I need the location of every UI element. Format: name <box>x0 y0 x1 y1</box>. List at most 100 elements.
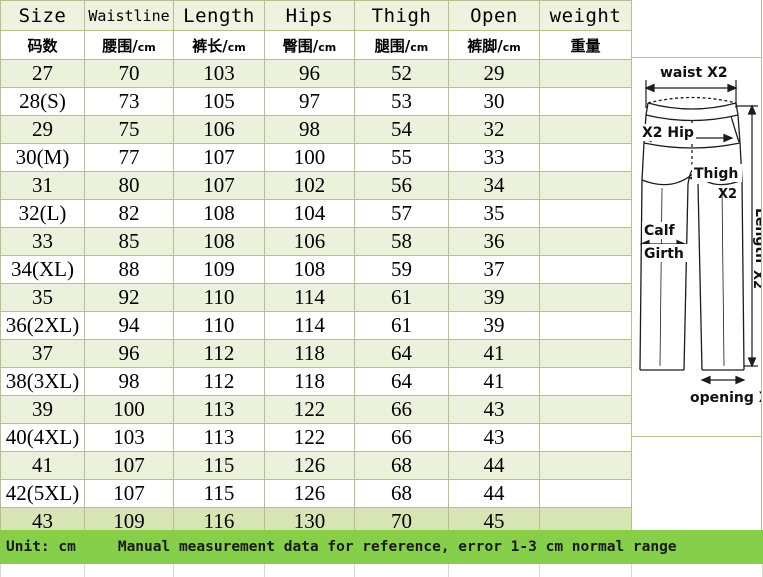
cell-length: 113 <box>173 395 265 424</box>
cell-open: 44 <box>448 479 540 508</box>
column-header-unit: cm <box>318 40 337 54</box>
column-header-unit: cm <box>227 40 246 54</box>
table-row: 38(3XL) 98 112 118 64 41 <box>0 367 632 396</box>
cell-weight <box>539 199 632 228</box>
cell-open: 39 <box>448 283 540 312</box>
table-header-row-cn: 码数 腰围/cm 裤长/cm 臀围/cm 腿围/cm 裤脚/cm 重量 <box>0 30 632 60</box>
cell-waistline: 92 <box>84 283 174 312</box>
cell-thigh: 54 <box>354 115 449 144</box>
cell-open: 29 <box>448 59 540 88</box>
column-header-en: Hips <box>264 0 355 31</box>
cell-weight <box>539 479 632 508</box>
table-row: 41 107 115 126 68 44 <box>0 451 632 480</box>
column-header-cn: 腿围/cm <box>354 30 449 60</box>
cell-length: 110 <box>173 311 265 340</box>
cell-weight <box>539 311 632 340</box>
cell-length: 108 <box>173 199 265 228</box>
cell-size: 35 <box>0 283 85 312</box>
table-row: 31 80 107 102 56 34 <box>0 171 632 200</box>
cell-waistline: 107 <box>84 451 174 480</box>
cell-waistline: 73 <box>84 87 174 116</box>
cell-size: 31 <box>0 171 85 200</box>
cell-weight <box>539 87 632 116</box>
cell-thigh: 56 <box>354 171 449 200</box>
column-header-en: Open <box>448 0 540 31</box>
cell-size: 42(5XL) <box>0 479 85 508</box>
cell-hips: 114 <box>264 311 355 340</box>
cell-weight <box>539 255 632 284</box>
size-chart-page: Size Waistline Length Hips Thigh Open weight 码数… <box>0 0 763 577</box>
cell-hips: 114 <box>264 283 355 312</box>
table-row: 39 100 113 122 66 43 <box>0 395 632 424</box>
cell-weight <box>539 367 632 396</box>
column-header-cn-name: 码数 <box>27 36 58 55</box>
cell-hips: 118 <box>264 367 355 396</box>
cell-size: 40(4XL) <box>0 423 85 452</box>
cell-weight <box>539 59 632 88</box>
pants-measurement-diagram: waist X2 X2 Hip Thigh X2 Calf Girth Leng… <box>631 57 762 437</box>
cell-size: 29 <box>0 115 85 144</box>
footer-unit-label: Unit: cm <box>6 539 76 555</box>
cell-thigh: 61 <box>354 311 449 340</box>
column-header-cn: 腰围/cm <box>84 30 174 60</box>
table-row: 28(S) 73 105 97 53 30 <box>0 87 632 116</box>
cell-size: 41 <box>0 451 85 480</box>
cell-length: 112 <box>173 367 265 396</box>
cell-open: 41 <box>448 339 540 368</box>
cell-size: 28(S) <box>0 87 85 116</box>
cell-open: 44 <box>448 451 540 480</box>
column-tick <box>0 564 1 577</box>
size-table: Size Waistline Length Hips Thigh Open weight 码数… <box>0 0 632 564</box>
cell-length: 110 <box>173 283 265 312</box>
cell-size: 38(3XL) <box>0 367 85 396</box>
cell-weight <box>539 339 632 368</box>
column-header-cn-name: 重量 <box>570 36 601 55</box>
diagram-label-thigh-x2: X2 <box>718 187 737 202</box>
cell-size: 30(M) <box>0 143 85 172</box>
column-header-cn: 裤脚/cm <box>448 30 540 60</box>
cell-size: 36(2XL) <box>0 311 85 340</box>
cell-length: 115 <box>173 479 265 508</box>
table-row: 30(M) 77 107 100 55 33 <box>0 143 632 172</box>
cell-thigh: 61 <box>354 283 449 312</box>
column-tick <box>631 564 632 577</box>
cell-hips: 126 <box>264 451 355 480</box>
cell-length: 107 <box>173 171 265 200</box>
cell-size: 34(XL) <box>0 255 85 284</box>
table-row: 35 92 110 114 61 39 <box>0 283 632 312</box>
cell-waistline: 94 <box>84 311 174 340</box>
table-row: 34(XL) 88 109 108 59 37 <box>0 255 632 284</box>
cell-open: 41 <box>448 367 540 396</box>
column-header-en: Size <box>0 0 85 31</box>
cell-weight <box>539 227 632 256</box>
cell-thigh: 64 <box>354 339 449 368</box>
cell-waistline: 77 <box>84 143 174 172</box>
cell-open: 32 <box>448 115 540 144</box>
column-header-en: Length <box>173 0 265 31</box>
cell-waistline: 70 <box>84 59 174 88</box>
cell-length: 115 <box>173 451 265 480</box>
diagram-label-thigh: Thigh <box>694 166 738 182</box>
cell-hips: 102 <box>264 171 355 200</box>
column-header-cn-name: 裤脚/ <box>467 36 503 55</box>
table-row: 27 70 103 96 52 29 <box>0 59 632 88</box>
column-tick <box>84 564 85 577</box>
cell-hips: 106 <box>264 227 355 256</box>
column-header-cn: 臀围/cm <box>264 30 355 60</box>
cell-weight <box>539 171 632 200</box>
top-right-blank-cell <box>631 0 762 57</box>
cell-waistline: 85 <box>84 227 174 256</box>
cell-thigh: 55 <box>354 143 449 172</box>
cell-weight <box>539 283 632 312</box>
cell-waistline: 88 <box>84 255 174 284</box>
cell-open: 43 <box>448 395 540 424</box>
diagram-label-length-x2: X2 <box>750 270 761 289</box>
column-header-unit: cm <box>410 40 429 54</box>
cell-length: 113 <box>173 423 265 452</box>
diagram-label-girth: Girth <box>644 246 684 262</box>
cell-open: 35 <box>448 199 540 228</box>
cell-waistline: 100 <box>84 395 174 424</box>
cell-hips: 108 <box>264 255 355 284</box>
column-tick <box>264 564 265 577</box>
cell-thigh: 66 <box>354 395 449 424</box>
